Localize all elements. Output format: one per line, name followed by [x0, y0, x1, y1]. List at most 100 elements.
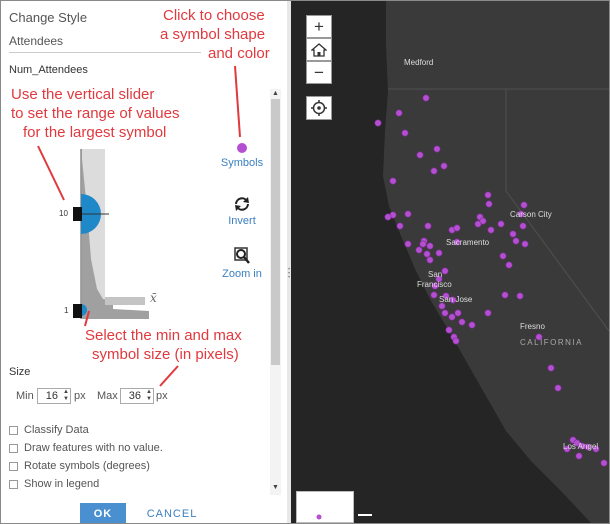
attendee-symbol[interactable] [435, 249, 443, 257]
attendee-symbol[interactable] [485, 200, 493, 208]
locate-button[interactable] [306, 96, 332, 120]
checkbox-icon[interactable] [9, 461, 18, 471]
attendee-symbol[interactable] [468, 321, 476, 329]
attendee-symbol[interactable] [448, 313, 456, 321]
attendee-symbol[interactable] [452, 337, 460, 345]
basemap [374, 1, 609, 523]
size-heading: Size [9, 366, 31, 378]
zoom-in-button[interactable]: Zoom in [215, 247, 269, 280]
attendee-symbol[interactable] [416, 151, 424, 159]
annotation-size-line: symbol size (in pixels) [92, 346, 239, 363]
attendee-symbol[interactable] [497, 220, 505, 228]
attendee-symbol[interactable] [479, 217, 487, 225]
crosshair-locate-icon [311, 100, 327, 116]
max-size-label: Max [97, 390, 118, 402]
map-view[interactable]: Medford Carson City Sacramento San Franc… [291, 1, 609, 523]
checkbox-label: Classify Data [24, 424, 89, 436]
attendee-symbol[interactable] [430, 291, 438, 299]
attendee-symbol[interactable] [404, 210, 412, 218]
checkbox-icon[interactable] [9, 479, 18, 489]
attendee-symbol[interactable] [458, 318, 466, 326]
attendee-symbol[interactable] [426, 256, 434, 264]
city-label-francisco: Francisco [417, 280, 452, 289]
mean-marker: x̄ [150, 291, 157, 305]
attendee-symbol[interactable] [454, 309, 462, 317]
attendee-symbol[interactable] [453, 224, 461, 232]
attendee-symbol[interactable] [440, 162, 448, 170]
scroll-down-arrow-icon[interactable]: ▼ [272, 484, 279, 491]
attendee-symbol[interactable] [441, 309, 449, 317]
attendee-symbol[interactable] [575, 452, 583, 460]
attendee-symbol[interactable] [423, 250, 431, 258]
attendee-symbol[interactable] [401, 129, 409, 137]
checkbox-icon[interactable] [9, 443, 18, 453]
attendee-symbol[interactable] [505, 261, 513, 269]
map-zoom-in-button[interactable]: + [306, 15, 332, 38]
attendee-symbol[interactable] [395, 109, 403, 117]
zoom-controls: + − [306, 15, 332, 84]
attendee-symbol[interactable] [419, 240, 427, 248]
attendee-symbol[interactable] [519, 222, 527, 230]
zoom-magnifier-icon [234, 247, 250, 264]
attendee-symbol[interactable] [484, 191, 492, 199]
draw-no-value-checkbox[interactable]: Draw features with no value. [9, 441, 163, 455]
home-button[interactable] [306, 38, 332, 61]
cancel-button[interactable]: CANCEL [141, 503, 203, 523]
attendee-symbol[interactable] [441, 267, 449, 275]
rotate-symbols-checkbox[interactable]: Rotate symbols (degrees) [9, 459, 150, 473]
min-slider-handle[interactable] [73, 304, 82, 318]
attendee-symbol[interactable] [422, 94, 430, 102]
attendee-symbol[interactable] [445, 326, 453, 334]
max-size-unit: px [156, 390, 168, 402]
attendee-symbol[interactable] [499, 252, 507, 260]
attendee-symbol[interactable] [424, 222, 432, 230]
attendee-symbol[interactable] [520, 201, 528, 209]
splitter-grip-icon[interactable]: • • • [288, 267, 290, 281]
attendee-symbol[interactable] [487, 226, 495, 234]
change-style-panel: Change Style Attendees Num_Attendees 10 … [1, 1, 287, 523]
attendee-symbol[interactable] [512, 237, 520, 245]
attendee-symbol[interactable] [389, 177, 397, 185]
attendee-symbol[interactable] [600, 459, 608, 467]
attendee-symbol[interactable] [521, 240, 529, 248]
classify-data-checkbox[interactable]: Classify Data [9, 423, 89, 437]
attendee-symbol[interactable] [547, 364, 555, 372]
max-size-stepper[interactable]: 36 ▲ ▼ [120, 388, 154, 404]
min-size-label: Min [16, 390, 34, 402]
attendee-symbol[interactable] [415, 246, 423, 254]
min-size-stepper[interactable]: 16 ▲ ▼ [37, 388, 71, 404]
attendee-symbol[interactable] [554, 384, 562, 392]
attendee-symbol[interactable] [374, 119, 382, 127]
attendee-symbol[interactable] [433, 145, 441, 153]
attendee-symbol[interactable] [501, 291, 509, 299]
min-value-label: 1 [64, 306, 69, 315]
map-legend [296, 491, 354, 523]
attendee-symbol[interactable] [426, 242, 434, 250]
city-label-san: San [428, 270, 443, 279]
ok-button[interactable]: OK [80, 503, 126, 523]
scroll-up-arrow-icon[interactable]: ▲ [272, 90, 279, 97]
attendee-symbol[interactable] [396, 222, 404, 230]
home-icon [311, 42, 327, 57]
attendee-symbol[interactable] [509, 230, 517, 238]
size-histogram-slider[interactable] [69, 149, 189, 319]
attendee-symbol[interactable] [516, 292, 524, 300]
attendee-symbol[interactable] [430, 167, 438, 175]
min-size-value: 16 [45, 390, 58, 402]
max-slider-handle[interactable] [73, 207, 82, 221]
scrollbar-thumb[interactable] [271, 99, 280, 365]
attendee-symbol[interactable] [404, 240, 412, 248]
symbols-button[interactable]: Symbols [215, 142, 269, 169]
divider [9, 52, 201, 53]
stepper-arrows-icon[interactable]: ▲ ▼ [146, 389, 152, 403]
refresh-icon [235, 197, 249, 211]
stepper-arrows-icon[interactable]: ▲ ▼ [63, 389, 69, 403]
map-zoom-out-button[interactable]: − [306, 61, 332, 84]
attendee-symbol[interactable] [384, 213, 392, 221]
show-in-legend-checkbox[interactable]: Show in legend [9, 477, 99, 491]
city-label-san-jose: San Jose [439, 295, 473, 304]
min-size-unit: px [74, 390, 86, 402]
checkbox-icon[interactable] [9, 425, 18, 435]
invert-button[interactable]: Invert [215, 196, 269, 227]
attendee-symbol[interactable] [484, 309, 492, 317]
